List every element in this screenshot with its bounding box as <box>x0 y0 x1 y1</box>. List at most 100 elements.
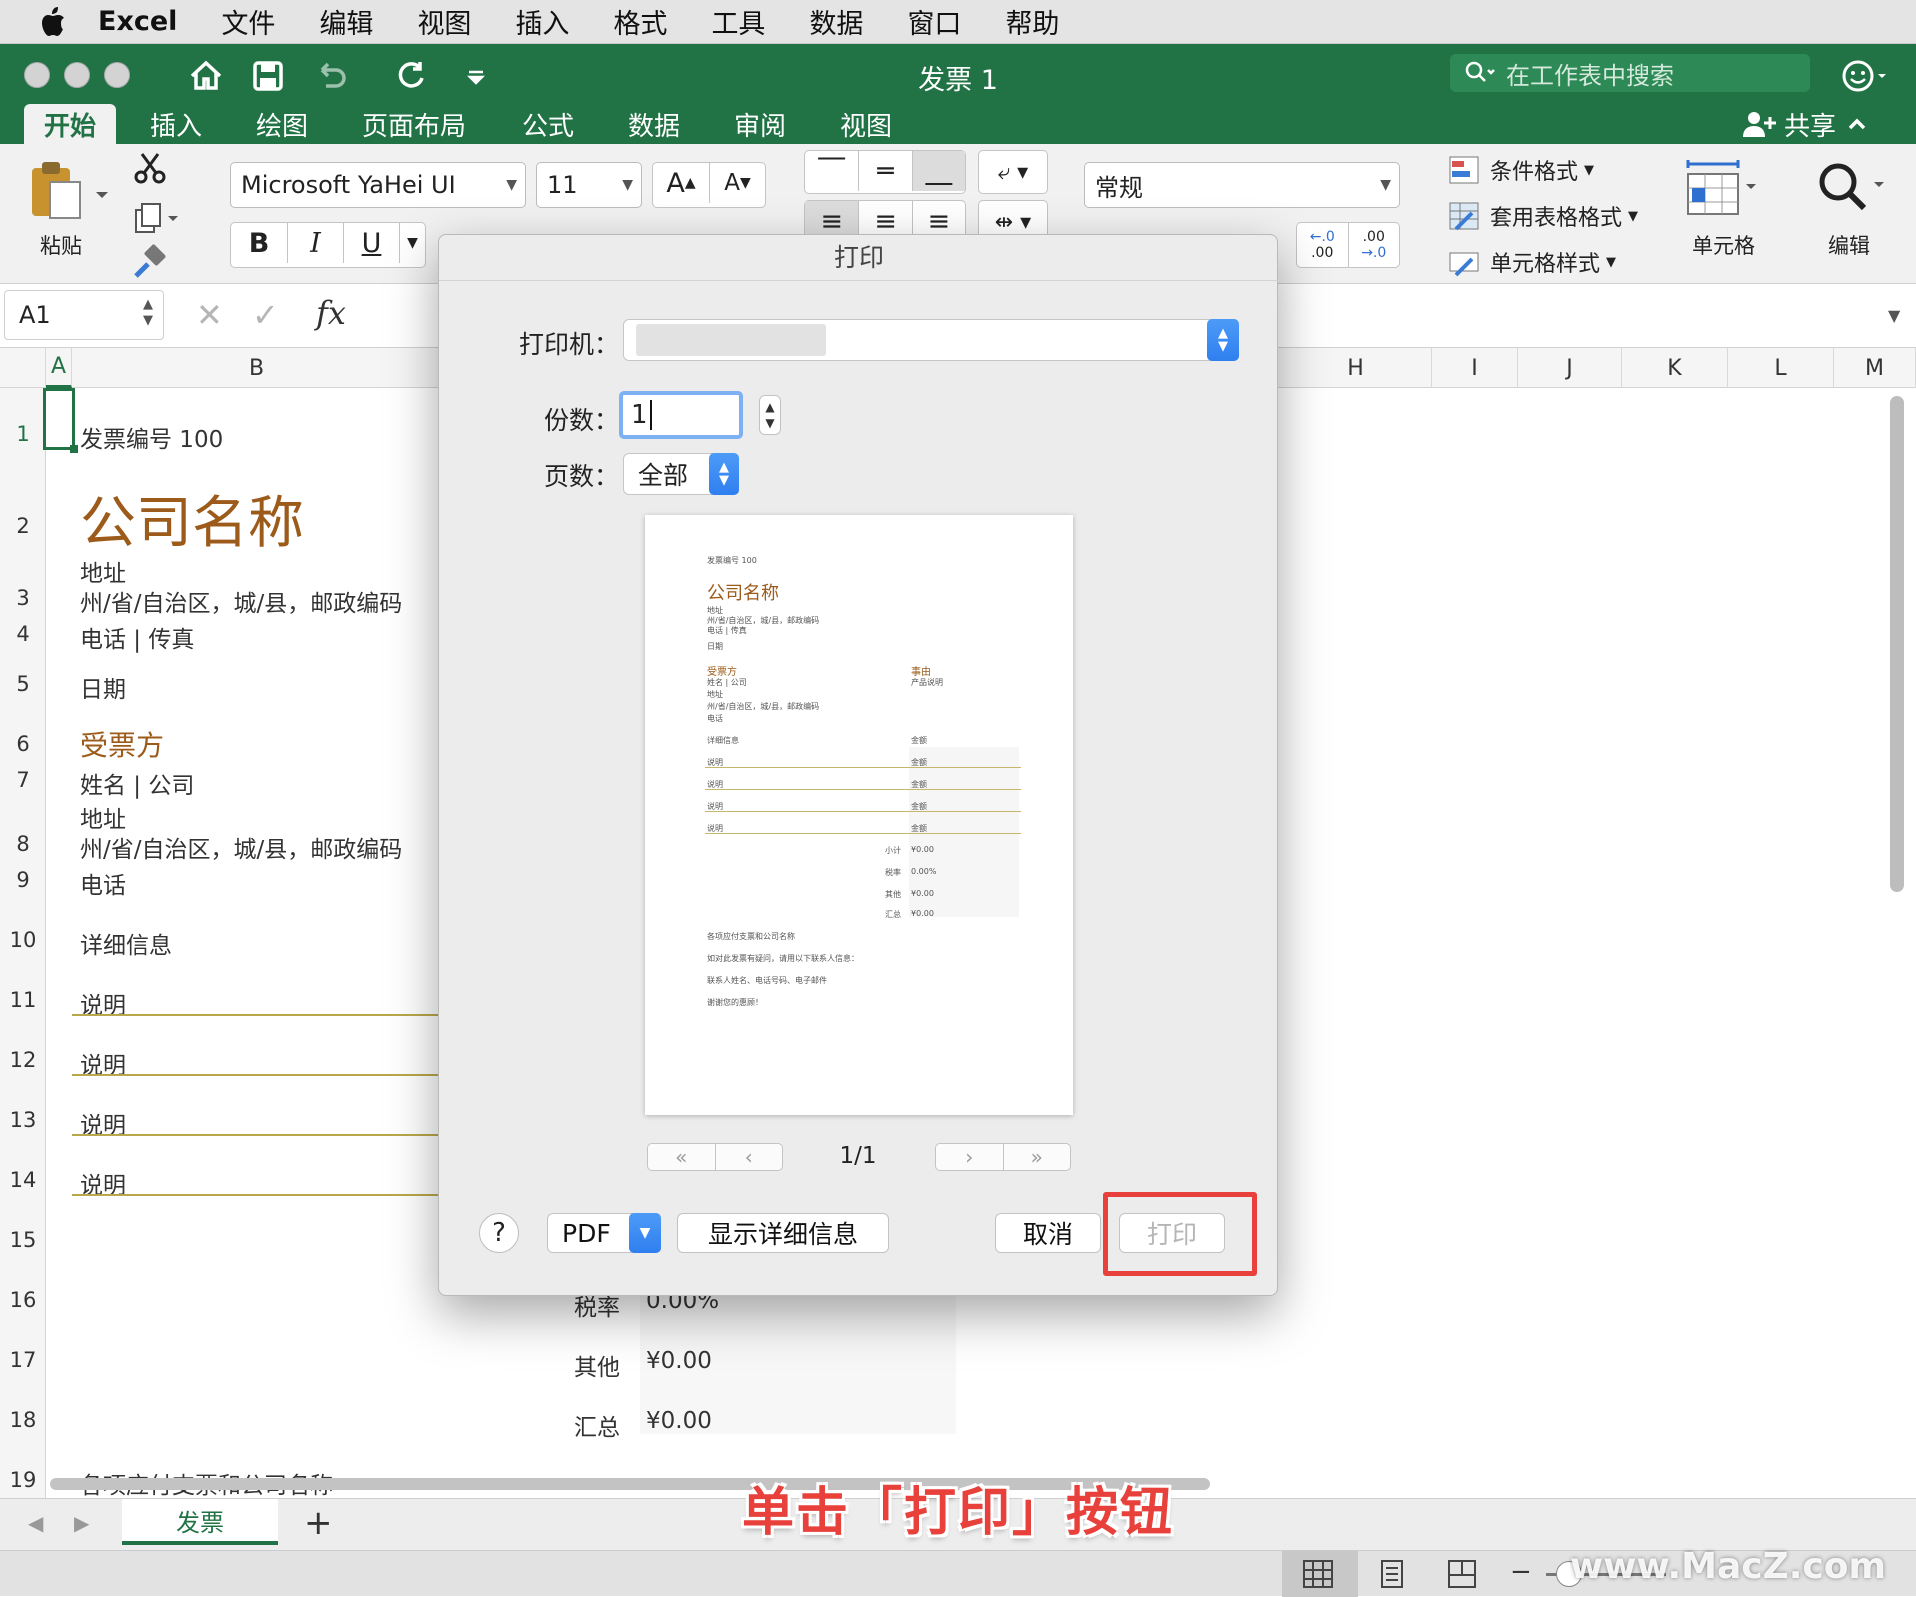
align-bottom-icon[interactable]: ⎽ <box>911 151 966 191</box>
minimize-window-button[interactable] <box>64 62 90 88</box>
column-header-j[interactable]: J <box>1518 348 1622 388</box>
copy-icon[interactable] <box>132 200 182 236</box>
vertical-scrollbar[interactable] <box>1890 396 1904 892</box>
zoom-window-button[interactable] <box>104 62 130 88</box>
row-header[interactable]: 15 <box>0 1228 46 1252</box>
underline-button[interactable]: U <box>343 223 399 263</box>
column-header-b[interactable]: B <box>72 348 442 388</box>
italic-button[interactable]: I <box>287 223 343 263</box>
format-painter-icon[interactable] <box>132 244 168 280</box>
first-page-icon[interactable]: « <box>648 1144 715 1170</box>
row-header[interactable]: 2 <box>0 514 46 538</box>
printer-select[interactable]: ▲ ▼ <box>623 319 1239 361</box>
cancel-entry-icon[interactable]: ✕ <box>196 296 223 334</box>
confirm-entry-icon[interactable]: ✓ <box>252 296 279 334</box>
name-box-stepper-icon[interactable]: ▲ ▼ <box>143 297 153 329</box>
cell-total-value[interactable]: ¥0.00 <box>646 1408 712 1434</box>
column-header-k[interactable]: K <box>1622 348 1728 388</box>
cell-date[interactable]: 日期 <box>80 670 126 704</box>
tab-insert[interactable]: 插入 <box>130 104 222 144</box>
wrap-text-icon[interactable]: ⤶ ▾ <box>978 150 1048 194</box>
align-top-icon[interactable]: ⎺ <box>805 151 858 191</box>
cell-company-name[interactable]: 公司名称 <box>80 478 304 559</box>
zoom-out-icon[interactable]: − <box>1510 1557 1532 1587</box>
paste-dropdown-icon[interactable] <box>92 184 112 204</box>
expand-formula-bar-icon[interactable]: ▼ <box>1888 306 1900 325</box>
menu-excel[interactable]: Excel <box>98 6 177 37</box>
row-header[interactable]: 7 <box>0 768 46 792</box>
cell-phone[interactable]: 电话 <box>80 866 126 900</box>
cell-address-2[interactable]: 地址 <box>80 800 126 834</box>
cell-invoice-number[interactable]: 发票编号 100 <box>80 420 223 454</box>
collapse-ribbon-icon[interactable] <box>1836 109 1876 139</box>
copies-input[interactable]: 1 <box>619 391 743 439</box>
insert-function-button[interactable]: fx <box>316 294 346 332</box>
column-header-l[interactable]: L <box>1728 348 1834 388</box>
cell-styles-button[interactable]: 单元格样式 ▼ <box>1448 246 1616 278</box>
cell-address[interactable]: 地址 <box>80 554 126 588</box>
undo-icon[interactable] <box>312 56 352 96</box>
menu-insert[interactable]: 插入 <box>515 2 569 41</box>
row-header[interactable]: 12 <box>0 1048 46 1072</box>
cell-total-label[interactable]: 汇总 <box>574 1408 620 1442</box>
row-header[interactable]: 6 <box>0 732 46 756</box>
tab-draw[interactable]: 绘图 <box>236 104 328 144</box>
row-header[interactable]: 1 <box>0 422 46 446</box>
shrink-font-button[interactable]: A ▼ <box>709 163 765 203</box>
row-header[interactable]: 9 <box>0 868 46 892</box>
menu-file[interactable]: 文件 <box>221 2 275 41</box>
grow-font-button[interactable]: A ▲ <box>653 163 709 203</box>
row-header[interactable]: 18 <box>0 1408 46 1432</box>
row-header[interactable]: 4 <box>0 622 46 646</box>
sheet-search-input[interactable]: 在工作表中搜索 <box>1450 54 1810 92</box>
next-page-icon[interactable]: › <box>936 1144 1003 1170</box>
cell-region[interactable]: 州/省/自治区，城/县，邮政编码 <box>80 584 402 618</box>
row-header[interactable]: 10 <box>0 928 46 952</box>
conditional-format-button[interactable]: 条件格式 ▼ <box>1448 154 1594 186</box>
format-as-table-button[interactable]: 套用表格格式 ▼ <box>1448 200 1638 232</box>
menu-help[interactable]: 帮助 <box>1005 2 1059 41</box>
row-header[interactable]: 16 <box>0 1288 46 1312</box>
name-box[interactable]: A1 ▲ ▼ <box>4 290 164 340</box>
menu-data[interactable]: 数据 <box>809 2 863 41</box>
home-icon[interactable] <box>186 56 226 96</box>
row-header[interactable]: 8 <box>0 832 46 856</box>
row-header[interactable]: 11 <box>0 988 46 1012</box>
tab-view[interactable]: 视图 <box>820 104 912 144</box>
cancel-button[interactable]: 取消 <box>995 1213 1101 1253</box>
tab-review[interactable]: 审阅 <box>714 104 806 144</box>
number-format-select[interactable]: 常规 ▼ <box>1084 162 1400 208</box>
copies-stepper-icon[interactable]: ▲ ▼ <box>759 395 781 435</box>
align-middle-icon[interactable]: ═ <box>858 151 911 191</box>
tab-data[interactable]: 数据 <box>608 104 700 144</box>
last-page-icon[interactable]: » <box>1002 1144 1071 1170</box>
selected-cell-a1[interactable] <box>43 388 75 450</box>
row-header[interactable]: 3 <box>0 586 46 610</box>
menu-edit[interactable]: 编辑 <box>319 2 373 41</box>
cell-other-label[interactable]: 其他 <box>574 1348 620 1382</box>
cell-bill-to[interactable]: 受票方 <box>80 724 164 764</box>
customize-toolbar-icon[interactable] <box>456 56 496 96</box>
close-window-button[interactable] <box>24 62 50 88</box>
save-icon[interactable] <box>248 56 288 96</box>
previous-page-icon[interactable]: ‹ <box>714 1144 783 1170</box>
decrease-decimal-button[interactable]: .00 →.0 <box>1347 223 1400 267</box>
row-header[interactable]: 17 <box>0 1348 46 1372</box>
row-header[interactable]: 14 <box>0 1168 46 1192</box>
font-size-select[interactable]: 11 ▼ <box>536 162 642 208</box>
tab-page-layout[interactable]: 页面布局 <box>342 104 486 144</box>
page-layout-view-icon[interactable] <box>1376 1559 1408 1589</box>
cut-icon[interactable] <box>132 150 168 186</box>
apple-logo-icon[interactable] <box>40 6 66 37</box>
increase-decimal-button[interactable]: ←.0.00 <box>1297 223 1348 267</box>
paste-icon[interactable] <box>26 158 90 222</box>
show-details-button[interactable]: 显示详细信息 <box>677 1213 889 1253</box>
font-name-select[interactable]: Microsoft YaHei UI ▼ <box>230 162 526 208</box>
page-break-view-icon[interactable] <box>1446 1559 1478 1589</box>
column-header-h[interactable]: H <box>1280 348 1432 388</box>
column-header-a[interactable]: A <box>46 348 72 388</box>
share-button[interactable]: 共享 <box>1740 104 1876 144</box>
cells-icon[interactable] <box>1682 158 1762 222</box>
magnifier-icon[interactable] <box>1812 158 1892 222</box>
bold-button[interactable]: B <box>231 223 287 263</box>
